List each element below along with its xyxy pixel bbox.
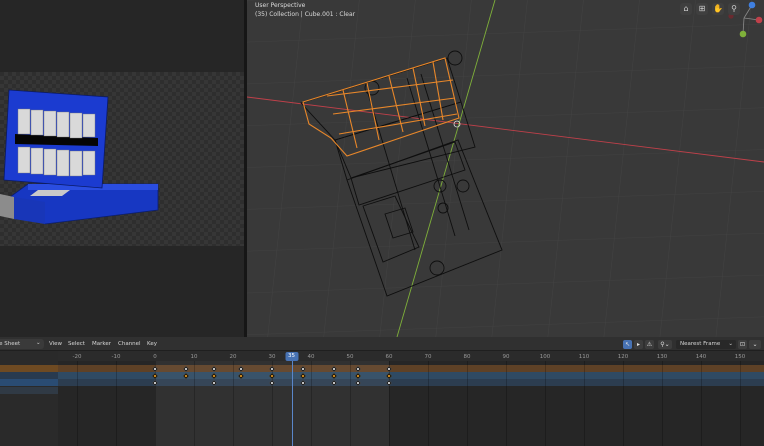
view-context-label: (35) Collection | Cube.001 : Clear <box>255 11 356 18</box>
frame-gridline <box>467 361 468 446</box>
3d-viewport[interactable]: User Perspective (35) Collection | Cube.… <box>247 0 764 337</box>
proportional-falloff-icon[interactable]: ⌄ <box>749 340 761 349</box>
gameboy-render <box>0 89 159 225</box>
frame-gridline <box>662 361 663 446</box>
dope-sheet-editor[interactable]: Dope Sheet ⌄ View Select Marker Channel … <box>0 337 764 446</box>
frame-tick-label: 60 <box>385 354 393 360</box>
frame-gridline <box>194 361 195 446</box>
channel-list <box>0 361 58 446</box>
frame-tick-label: 120 <box>617 354 629 360</box>
frame-gridline <box>350 361 351 446</box>
viewport-navigation-tools: ⌂ ⊞ ✋ ⚲ <box>680 3 740 15</box>
frame-tick-label: 20 <box>229 354 237 360</box>
gizmo-z-icon <box>748 1 756 9</box>
zoom-icon[interactable]: ⚲ <box>728 3 740 15</box>
gizmo-y-icon <box>739 30 747 38</box>
frame-tick-label: 40 <box>307 354 315 360</box>
frame-gridline <box>623 361 624 446</box>
menu-marker[interactable]: Marker <box>92 341 111 347</box>
warning-filter-icon[interactable]: ⚠ <box>645 340 654 349</box>
frame-tick-label: 110 <box>578 354 590 360</box>
channel-object[interactable] <box>0 372 58 379</box>
chevron-down-icon: ⌄ <box>36 340 41 346</box>
frame-tick-label: -10 <box>111 354 121 360</box>
frame-gridline <box>77 361 78 446</box>
only-selected-icon[interactable]: ▸ <box>634 340 643 349</box>
hand-pan-icon[interactable]: ✋ <box>712 3 724 15</box>
editor-type-label: Dope Sheet <box>0 341 21 347</box>
chevron-down-icon: ⌄ <box>728 341 733 347</box>
grid-view-icon[interactable]: ⊞ <box>696 3 708 15</box>
frame-tick-label: 70 <box>424 354 432 360</box>
camera-view-icon[interactable]: ⌂ <box>680 3 692 15</box>
frame-tick-label: 100 <box>539 354 551 360</box>
menu-view[interactable]: View <box>49 341 62 347</box>
channel-action[interactable] <box>0 379 58 386</box>
frame-gridline <box>506 361 507 446</box>
frame-tick-label: 90 <box>502 354 510 360</box>
cursor-select-icon[interactable]: ↖ <box>623 340 632 349</box>
snap-mode-label: Nearest Frame <box>680 341 721 347</box>
frame-gridline <box>233 361 234 446</box>
filter-funnel-icon[interactable]: ⚲⌄ <box>658 340 672 349</box>
frame-tick-label: 50 <box>346 354 354 360</box>
frame-tick-label: 150 <box>734 354 746 360</box>
frame-gridline <box>701 361 702 446</box>
frame-ruler[interactable]: -20 -10 0 10 20 30 40 50 60 70 80 90 100 110 120 130 140… <box>58 351 764 361</box>
frame-tick-label: 30 <box>268 354 276 360</box>
frame-gridline <box>545 361 546 446</box>
current-frame-indicator[interactable]: 35 <box>285 352 298 361</box>
frame-tick-label: 80 <box>463 354 471 360</box>
viewport-scene[interactable] <box>247 0 764 337</box>
render-preview-image <box>0 72 244 246</box>
view-perspective-label: User Perspective <box>255 2 306 9</box>
frame-tick-label: 130 <box>656 354 668 360</box>
channel-summary[interactable] <box>0 365 58 372</box>
proportional-edit-icon[interactable]: ⊡ <box>738 340 747 349</box>
menu-channel[interactable]: Channel <box>118 341 141 347</box>
dope-sheet-header: Dope Sheet ⌄ View Select Marker Channel … <box>0 337 764 351</box>
render-hinge <box>0 194 14 219</box>
menu-key[interactable]: Key <box>147 341 157 347</box>
gizmo-x-icon <box>755 16 763 24</box>
floor-grid <box>247 0 764 337</box>
playhead-line <box>291 361 293 446</box>
frame-tick-label: 10 <box>190 354 198 360</box>
frame-gridline <box>428 361 429 446</box>
frame-tick-label: 0 <box>153 354 157 360</box>
editor-type-dropdown[interactable]: Dope Sheet ⌄ <box>0 339 44 349</box>
frame-tick-label: 140 <box>695 354 707 360</box>
frame-gridline <box>116 361 117 446</box>
frame-gridline <box>584 361 585 446</box>
frame-tick-label: -20 <box>72 354 82 360</box>
menu-select[interactable]: Select <box>68 341 85 347</box>
frame-gridline <box>311 361 312 446</box>
frame-gridline <box>740 361 741 446</box>
channel-row[interactable] <box>0 387 58 394</box>
keyframe-area[interactable] <box>58 361 764 446</box>
render-preview-panel <box>0 0 244 337</box>
snap-mode-dropdown[interactable]: Nearest Frame ⌄ <box>676 340 736 349</box>
